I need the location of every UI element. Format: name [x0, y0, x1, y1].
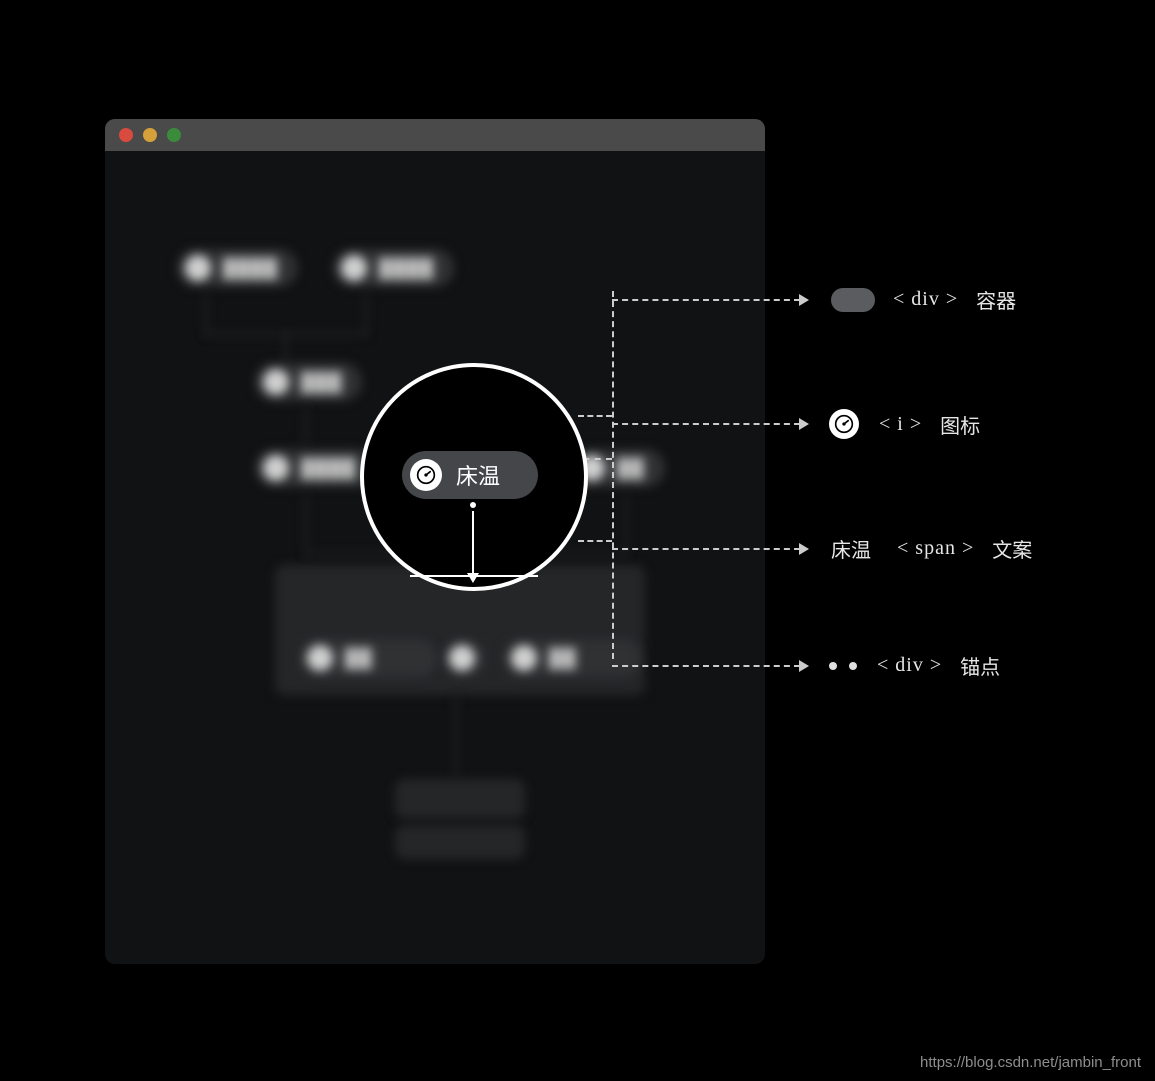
blur-edge [305, 409, 307, 445]
text-swatch: 床温 [831, 534, 871, 563]
anchor-swatch [829, 662, 857, 670]
callout-connector [578, 415, 612, 417]
blur-node: ████ [255, 449, 376, 487]
tag-desc: 锚点 [960, 651, 1000, 680]
blur-node [395, 779, 525, 819]
blur-edge [305, 495, 307, 555]
edge-line [472, 511, 474, 577]
tag-label: < div > [877, 654, 942, 677]
arrow-down-icon [467, 573, 479, 583]
magnifier-lens: 床温 [360, 363, 588, 591]
arrow-right-icon [799, 418, 809, 430]
callout-connector [578, 540, 612, 542]
tag-label: < span > [897, 537, 974, 560]
diagram-canvas: ████ ████ ███ ████ ██ ██ ██ ██ < div > 容… [0, 0, 1155, 1081]
tag-label: < div > [893, 288, 958, 311]
tag-desc: 文案 [992, 534, 1032, 563]
callout-icon: < i > 图标 [612, 409, 980, 439]
blur-node [443, 639, 485, 677]
node-label: 床温 [456, 459, 500, 491]
traffic-light-minimize[interactable] [143, 128, 157, 142]
callout-container: < div > 容器 [612, 285, 1016, 314]
blur-edge [365, 295, 367, 335]
traffic-light-close[interactable] [119, 128, 133, 142]
blur-node [395, 825, 525, 859]
blur-node: ████ [333, 249, 454, 287]
blur-node: ██ [299, 639, 437, 677]
blur-edge [285, 333, 287, 363]
tag-desc: 图标 [940, 410, 980, 439]
window-titlebar [105, 119, 765, 151]
node-anchor[interactable] [470, 502, 476, 508]
blur-edge [455, 697, 457, 777]
arrow-right-icon [799, 660, 809, 672]
arrow-right-icon [799, 543, 809, 555]
tag-desc: 容器 [976, 285, 1016, 314]
gauge-icon [410, 459, 442, 491]
blur-node: ███ [255, 363, 362, 401]
node-container[interactable]: 床温 [402, 451, 538, 499]
container-swatch [831, 288, 875, 312]
tag-label: < i > [879, 413, 922, 436]
callout-anchor: < div > 锚点 [612, 651, 1000, 680]
footer-credit: https://blog.csdn.net/jambin_front [920, 1054, 1141, 1071]
arrow-right-icon [799, 294, 809, 306]
callout-text: 床温 < span > 文案 [612, 534, 1032, 563]
traffic-light-zoom[interactable] [167, 128, 181, 142]
blur-node: ████ [177, 249, 298, 287]
blur-edge [205, 295, 207, 335]
gauge-icon [829, 409, 859, 439]
callout-connector [612, 291, 614, 659]
